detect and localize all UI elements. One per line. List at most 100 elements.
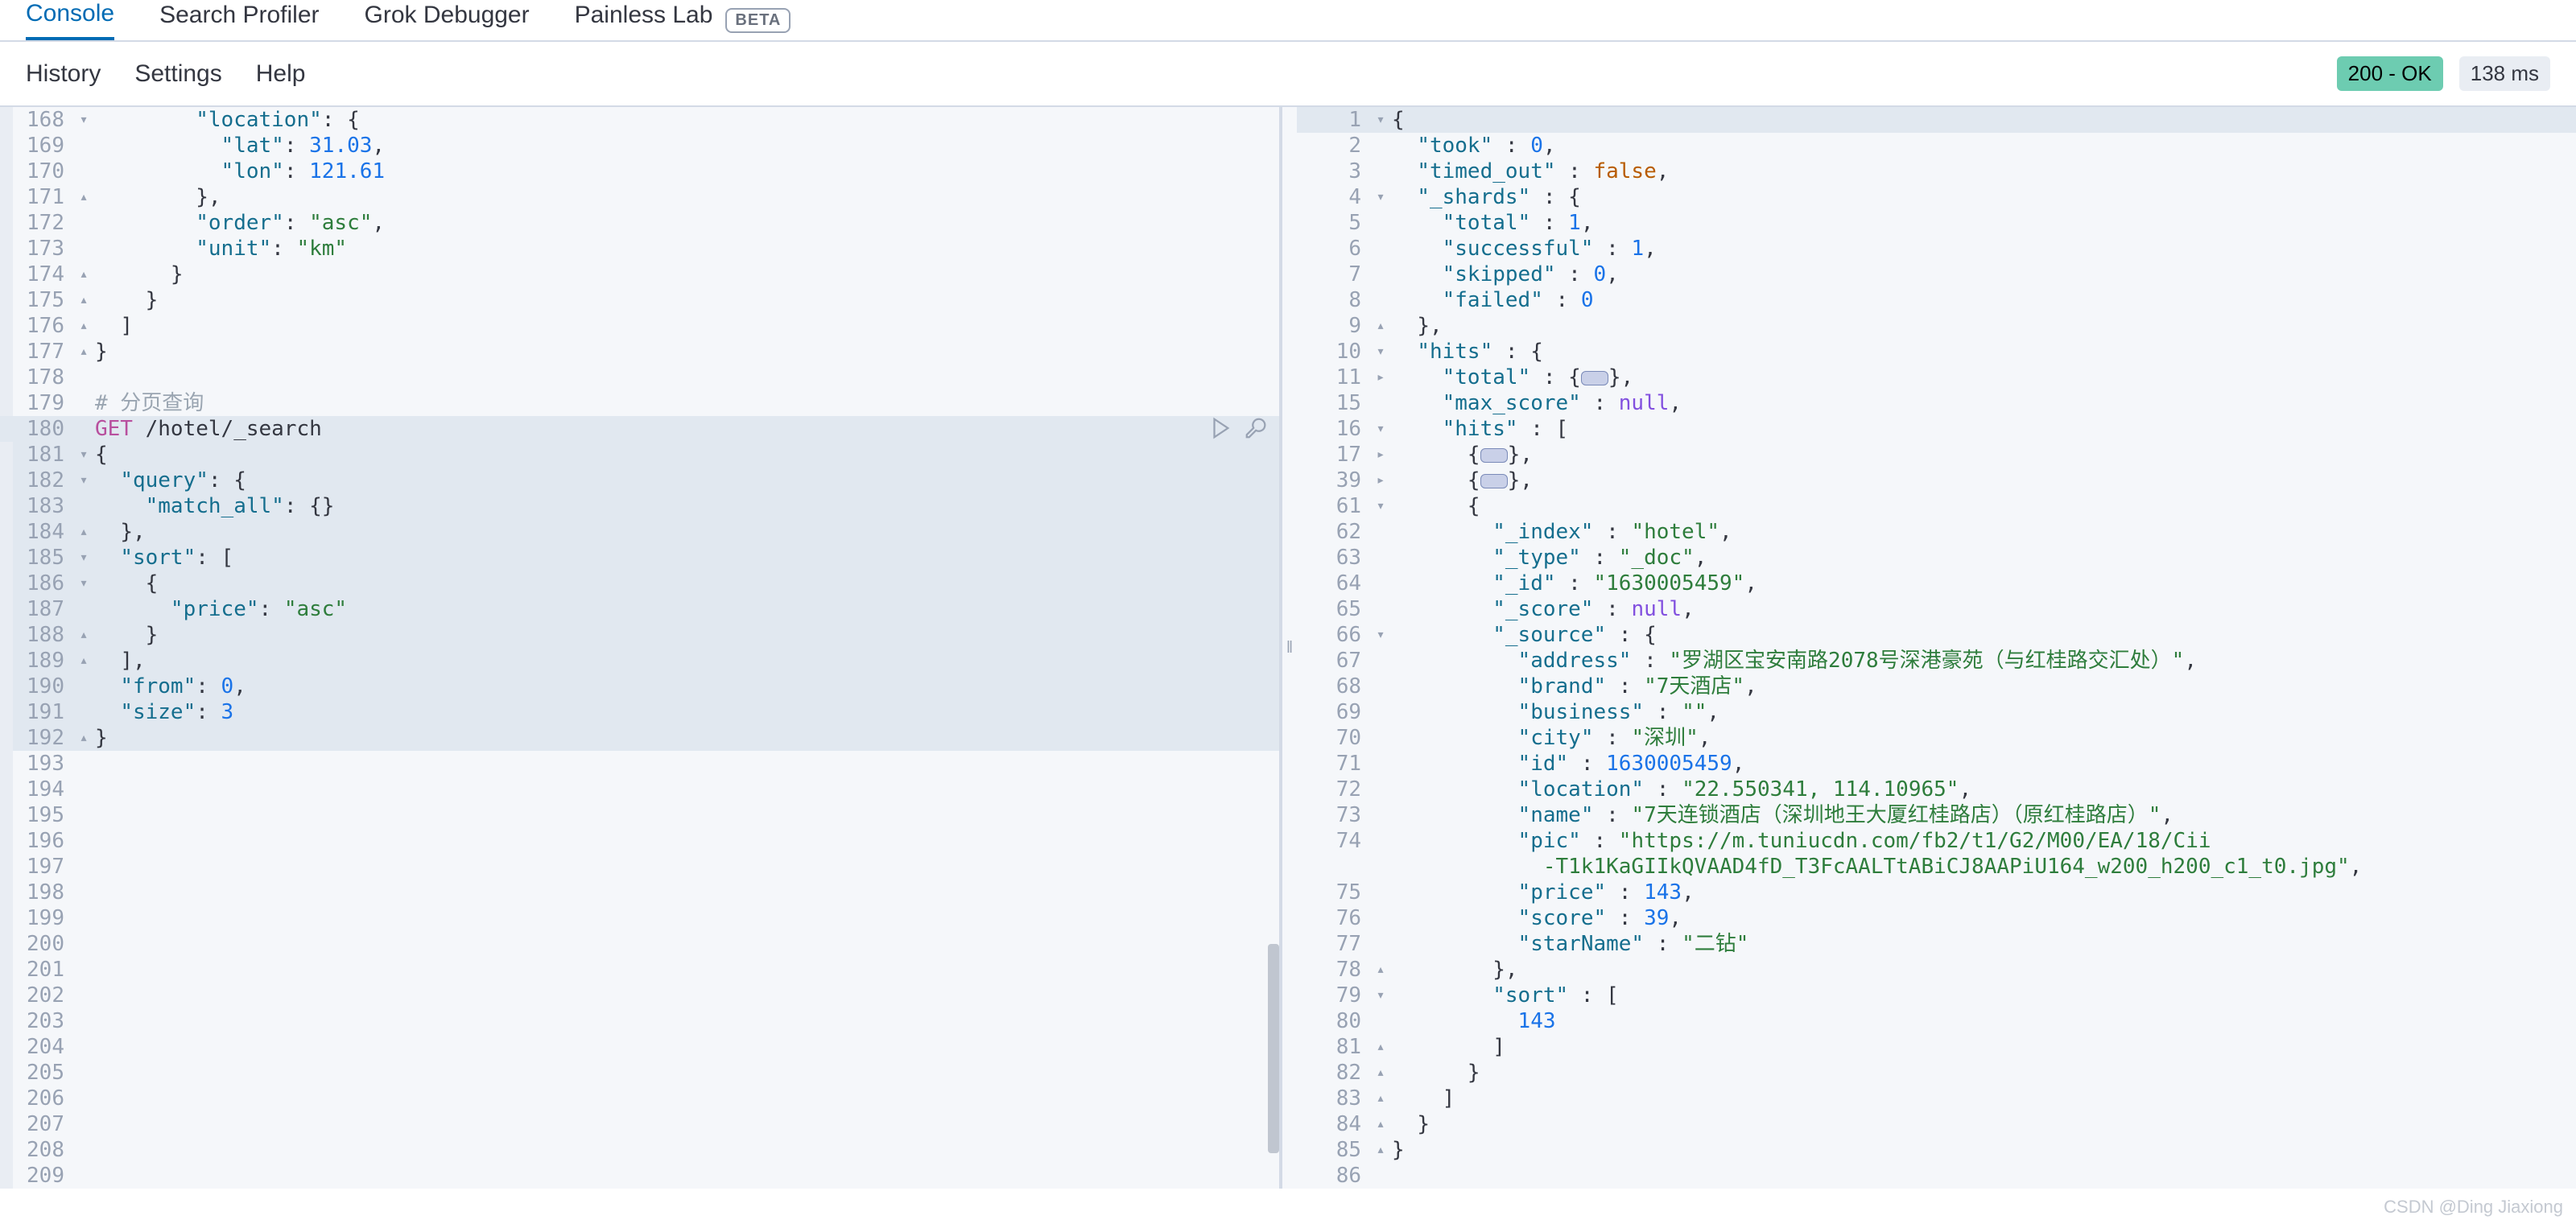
fold-marker[interactable]: ▴ [1373, 1111, 1389, 1137]
fold-marker[interactable]: ▾ [1373, 416, 1389, 442]
fold-marker[interactable]: ▴ [76, 287, 92, 313]
pane-splitter[interactable]: ‖ [1281, 107, 1297, 1189]
code-line[interactable]: 171▴ }, [0, 184, 1279, 210]
fold-marker[interactable]: ▾ [1373, 184, 1389, 210]
code-line[interactable]: 10▾ "hits" : { [1297, 339, 2576, 365]
fold-marker[interactable]: ▾ [1373, 493, 1389, 519]
code-line[interactable]: 62 "_index" : "hotel", [1297, 519, 2576, 545]
code-line[interactable]: 203 [0, 1008, 1279, 1034]
code-line[interactable]: 173 "unit": "km" [0, 236, 1279, 262]
fold-marker[interactable]: ▴ [76, 648, 92, 674]
code-line[interactable]: 184▴ }, [0, 519, 1279, 545]
code-line[interactable]: 185▾ "sort": [ [0, 545, 1279, 571]
code-line[interactable]: 7 "skipped" : 0, [1297, 262, 2576, 287]
code-line[interactable]: 86 [1297, 1163, 2576, 1189]
fold-marker[interactable]: ▸ [1373, 365, 1389, 390]
request-scrollbar[interactable] [1268, 107, 1279, 1189]
fold-marker[interactable]: ▴ [1373, 1086, 1389, 1111]
fold-marker[interactable]: ▾ [1373, 339, 1389, 365]
code-line[interactable]: 17▸ {}, [1297, 442, 2576, 468]
code-line[interactable]: 85▴} [1297, 1137, 2576, 1163]
fold-marker[interactable]: ▴ [76, 184, 92, 210]
code-line[interactable]: 188▴ } [0, 622, 1279, 648]
settings-link[interactable]: Settings [134, 60, 221, 88]
code-line[interactable]: 78▴ }, [1297, 957, 2576, 983]
fold-marker[interactable]: ▾ [1373, 983, 1389, 1008]
fold-marker[interactable]: ▴ [76, 313, 92, 339]
code-line[interactable]: 192▴} [0, 725, 1279, 751]
fold-marker[interactable]: ▴ [76, 622, 92, 648]
play-icon[interactable] [1208, 416, 1232, 440]
code-line[interactable]: 2 "took" : 0, [1297, 133, 2576, 159]
fold-marker[interactable]: ▴ [76, 519, 92, 545]
collapsed-badge[interactable] [1480, 448, 1508, 463]
code-line[interactable]: 206 [0, 1086, 1279, 1111]
code-line[interactable]: 68 "brand" : "7天酒店", [1297, 674, 2576, 699]
fold-marker[interactable]: ▴ [1373, 957, 1389, 983]
code-line[interactable]: 198 [0, 880, 1279, 905]
fold-marker[interactable]: ▾ [1373, 107, 1389, 133]
code-line[interactable]: 190 "from": 0, [0, 674, 1279, 699]
fold-marker[interactable]: ▾ [76, 468, 92, 493]
code-line[interactable]: 67 "address" : "罗湖区宝安南路2078号深港豪苑（与红桂路交汇处… [1297, 648, 2576, 674]
fold-marker[interactable]: ▾ [76, 442, 92, 468]
tab-search-profiler[interactable]: Search Profiler [159, 2, 319, 39]
fold-marker[interactable]: ▴ [1373, 313, 1389, 339]
fold-marker[interactable]: ▾ [1373, 622, 1389, 648]
code-line[interactable]: 180GET /hotel/_search [0, 416, 1279, 442]
code-line[interactable]: 178 [0, 365, 1279, 390]
code-line[interactable]: 174▴ } [0, 262, 1279, 287]
fold-marker[interactable]: ▴ [1373, 1034, 1389, 1060]
fold-marker[interactable]: ▴ [1373, 1060, 1389, 1086]
code-line[interactable]: 187 "price": "asc" [0, 596, 1279, 622]
response-pane[interactable]: 1▾{2 "took" : 0,3 "timed_out" : false,4▾… [1297, 107, 2576, 1189]
code-line[interactable]: 74 "pic" : "https://m.tuniucdn.com/fb2/t… [1297, 828, 2576, 854]
code-line[interactable]: 177▴} [0, 339, 1279, 365]
code-line[interactable]: -T1k1KaGIIkQVAAD4fD_T3FcAALTtABiCJ8AAPiU… [1297, 854, 2576, 880]
code-line[interactable]: 5 "total" : 1, [1297, 210, 2576, 236]
code-line[interactable]: 16▾ "hits" : [ [1297, 416, 2576, 442]
code-line[interactable]: 4▾ "_shards" : { [1297, 184, 2576, 210]
code-line[interactable]: 191 "size": 3 [0, 699, 1279, 725]
code-line[interactable]: 183 "match_all": {} [0, 493, 1279, 519]
code-line[interactable]: 81▴ ] [1297, 1034, 2576, 1060]
wrench-icon[interactable] [1244, 416, 1268, 440]
fold-marker[interactable]: ▾ [76, 545, 92, 571]
code-line[interactable]: 170 "lon": 121.61 [0, 159, 1279, 184]
code-line[interactable]: 169 "lat": 31.03, [0, 133, 1279, 159]
code-line[interactable]: 168▾ "location": { [0, 107, 1279, 133]
code-line[interactable]: 200 [0, 931, 1279, 957]
request-pane[interactable]: 168▾ "location": {169 "lat": 31.03,170 "… [0, 107, 1281, 1189]
code-line[interactable]: 196 [0, 828, 1279, 854]
code-line[interactable]: 75 "price" : 143, [1297, 880, 2576, 905]
code-line[interactable]: 186▾ { [0, 571, 1279, 596]
code-line[interactable]: 207 [0, 1111, 1279, 1137]
tab-painless-lab[interactable]: Painless Lab [575, 2, 713, 39]
code-line[interactable]: 194 [0, 777, 1279, 802]
code-line[interactable]: 77 "starName" : "二钻" [1297, 931, 2576, 957]
code-line[interactable]: 6 "successful" : 1, [1297, 236, 2576, 262]
code-line[interactable]: 84▴ } [1297, 1111, 2576, 1137]
fold-marker[interactable]: ▾ [76, 107, 92, 133]
code-line[interactable]: 9▴ }, [1297, 313, 2576, 339]
code-line[interactable]: 80 143 [1297, 1008, 2576, 1034]
fold-marker[interactable]: ▸ [1373, 442, 1389, 468]
code-line[interactable]: 3 "timed_out" : false, [1297, 159, 2576, 184]
code-line[interactable]: 65 "_score" : null, [1297, 596, 2576, 622]
code-line[interactable]: 197 [0, 854, 1279, 880]
tab-console[interactable]: Console [26, 0, 114, 40]
code-line[interactable]: 179# 分页查询 [0, 390, 1279, 416]
code-line[interactable]: 72 "location" : "22.550341, 114.10965", [1297, 777, 2576, 802]
code-line[interactable]: 69 "business" : "", [1297, 699, 2576, 725]
code-line[interactable]: 201 [0, 957, 1279, 983]
collapsed-badge[interactable] [1480, 474, 1508, 488]
fold-marker[interactable]: ▴ [76, 339, 92, 365]
code-line[interactable]: 70 "city" : "深圳", [1297, 725, 2576, 751]
code-line[interactable]: 181▾{ [0, 442, 1279, 468]
code-line[interactable]: 39▸ {}, [1297, 468, 2576, 493]
code-line[interactable]: 204 [0, 1034, 1279, 1060]
code-line[interactable]: 61▾ { [1297, 493, 2576, 519]
tab-grok-debugger[interactable]: Grok Debugger [365, 2, 530, 39]
code-line[interactable]: 199 [0, 905, 1279, 931]
code-line[interactable]: 82▴ } [1297, 1060, 2576, 1086]
